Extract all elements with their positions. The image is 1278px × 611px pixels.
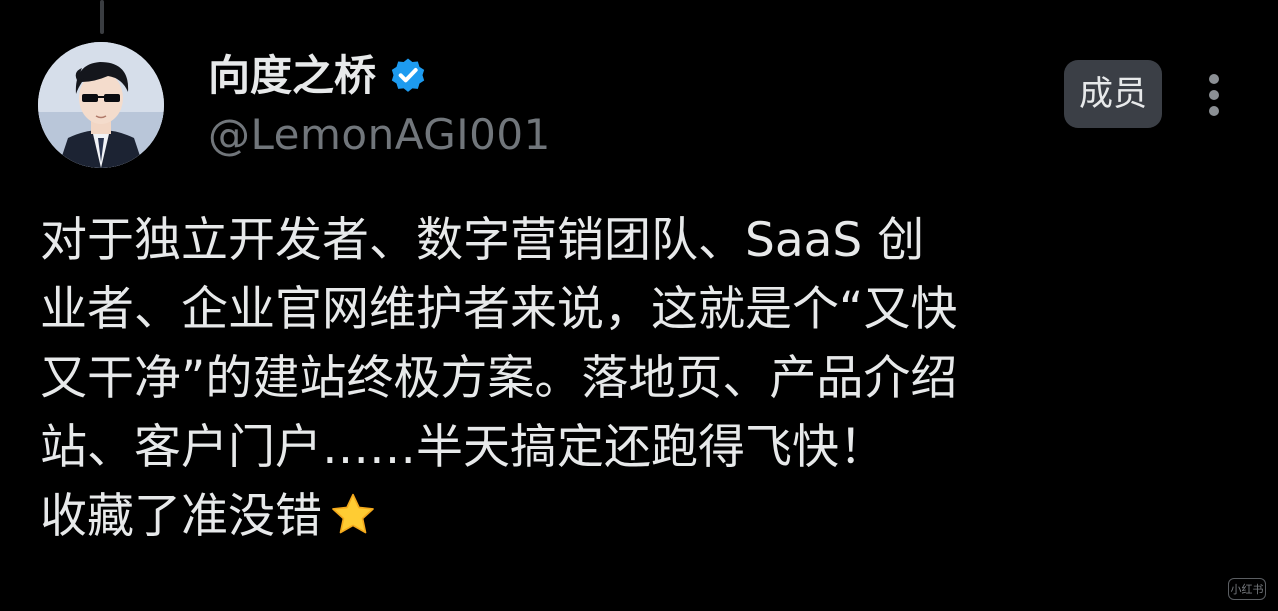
post-text-line: 站、客户门户……半天搞定还跑得飞快！ <box>40 420 886 475</box>
avatar[interactable] <box>38 42 164 168</box>
more-dot <box>1209 74 1219 84</box>
post-text-last-line: 收藏了准没错 <box>40 482 1220 551</box>
post-text-line: 业者、企业官网维护者来说，这就是个“又快 <box>40 282 958 337</box>
member-badge[interactable]: 成员 <box>1064 60 1162 128</box>
verified-badge-icon <box>391 58 425 92</box>
more-vertical-icon[interactable] <box>1198 70 1230 120</box>
post-text: 对于独立开发者、数字营销团队、SaaS 创 业者、企业官网维护者来说，这就是个“… <box>40 206 1220 551</box>
more-dot <box>1209 90 1219 100</box>
author-handle[interactable]: @LemonAGI001 <box>208 110 551 160</box>
thread-connector-line <box>100 0 104 34</box>
post-text-line: 对于独立开发者、数字营销团队、SaaS 创 <box>40 213 925 268</box>
star-emoji-icon <box>332 493 374 534</box>
app-watermark: 小红书 <box>1228 578 1266 600</box>
post-text-line: 又干净”的建站终极方案。落地页、产品介绍 <box>40 351 958 406</box>
author-display-name[interactable]: 向度之桥 <box>208 55 376 97</box>
avatar-image <box>38 42 164 168</box>
author-name-row: 向度之桥 <box>208 48 428 104</box>
post-text-line: 收藏了准没错 <box>40 489 322 544</box>
more-dot <box>1209 106 1219 116</box>
